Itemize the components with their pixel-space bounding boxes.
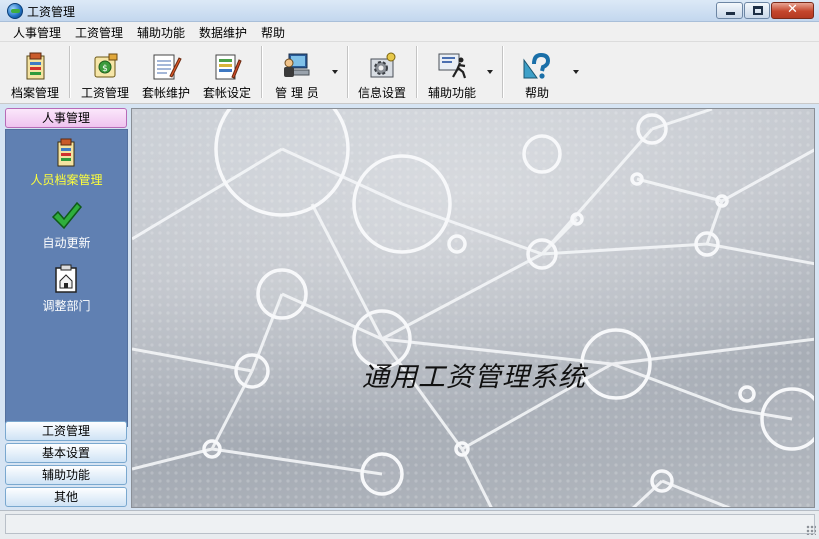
main-workspace: 通用工资管理系统 bbox=[131, 108, 815, 508]
resize-grip-icon[interactable] bbox=[806, 525, 816, 535]
checkmark-icon bbox=[51, 201, 82, 230]
globe-app-icon bbox=[7, 3, 23, 19]
ledger-edit-icon bbox=[153, 54, 182, 80]
menu-bar: 人事管理 工资管理 辅助功能 数据维护 帮助 bbox=[0, 22, 819, 42]
runner-icon bbox=[438, 53, 467, 79]
menu-data-maintenance[interactable]: 数据维护 bbox=[199, 24, 247, 41]
ledger-maintenance-label: 套帐维护 bbox=[141, 86, 190, 100]
archive-management-label: 档案管理 bbox=[10, 86, 59, 100]
help-button[interactable]: 帮助 bbox=[508, 44, 566, 102]
archive-management-button[interactable]: 档案管理 bbox=[6, 44, 64, 102]
help-question-icon bbox=[523, 52, 551, 79]
toolbar-separator bbox=[416, 46, 418, 98]
info-settings-button[interactable]: 信息设置 bbox=[353, 44, 411, 102]
help-label: 帮助 bbox=[524, 86, 549, 100]
file-cabinet-icon bbox=[26, 52, 45, 80]
category-salary[interactable]: 工资管理 bbox=[5, 421, 127, 441]
sidebar-outlook-bar: 人事管理 人员档案管理 自动更新 调整部门 工资管理 基本设置 辅助功能 其他 bbox=[5, 108, 128, 508]
personnel-file-icon bbox=[57, 138, 75, 167]
department-icon bbox=[55, 264, 77, 293]
title-bar[interactable]: 工资管理 ✕ bbox=[0, 0, 819, 22]
category-basic-settings[interactable]: 基本设置 bbox=[5, 443, 127, 463]
status-panel bbox=[5, 514, 815, 534]
salary-management-button[interactable]: $ 工资管理 bbox=[76, 44, 134, 102]
category-auxiliary[interactable]: 辅助功能 bbox=[5, 465, 127, 485]
menu-salary[interactable]: 工资管理 bbox=[75, 24, 123, 41]
close-button[interactable]: ✕ bbox=[771, 2, 814, 19]
network-background-graphic bbox=[132, 109, 814, 507]
toolbar-separator bbox=[502, 46, 504, 98]
admin-computer-icon bbox=[284, 53, 310, 77]
svg-text:$: $ bbox=[102, 64, 108, 74]
auxiliary-functions-label: 辅助功能 bbox=[427, 86, 476, 100]
help-dropdown-icon[interactable] bbox=[573, 70, 579, 74]
salary-management-label: 工资管理 bbox=[80, 86, 129, 100]
minimize-icon bbox=[726, 12, 735, 15]
sidebar-item-auto-update[interactable]: 自动更新 bbox=[6, 200, 127, 258]
administrator-button[interactable]: 管 理 员 bbox=[266, 44, 328, 102]
info-settings-label: 信息设置 bbox=[357, 86, 406, 100]
toolbar-separator bbox=[347, 46, 349, 98]
administrator-label: 管 理 员 bbox=[275, 86, 319, 100]
category-personnel[interactable]: 人事管理 bbox=[5, 108, 127, 128]
sidebar-item-label: 调整部门 bbox=[42, 299, 91, 313]
maximize-icon bbox=[753, 6, 763, 15]
ledger-settings-button[interactable]: 套帐设定 bbox=[198, 44, 256, 102]
system-title: 通用工资管理系统 bbox=[362, 362, 586, 393]
auxiliary-dropdown-icon[interactable] bbox=[487, 70, 493, 74]
maximize-button[interactable] bbox=[744, 2, 770, 19]
toolbar: 档案管理 $ 工资管理 套帐维护 套帐设定 管 理 员 信息设置 辅助功能 帮助 bbox=[0, 42, 819, 104]
administrator-dropdown-icon[interactable] bbox=[332, 70, 338, 74]
sidebar-item-adjust-department[interactable]: 调整部门 bbox=[6, 263, 127, 321]
sidebar-item-label: 人员档案管理 bbox=[30, 173, 103, 187]
ledger-settings-label: 套帐设定 bbox=[202, 86, 251, 100]
category-panel: 人员档案管理 自动更新 调整部门 bbox=[5, 129, 128, 427]
status-bar bbox=[0, 510, 819, 539]
minimize-button[interactable] bbox=[716, 2, 743, 19]
menu-auxiliary[interactable]: 辅助功能 bbox=[137, 24, 185, 41]
menu-personnel[interactable]: 人事管理 bbox=[13, 24, 61, 41]
gear-settings-icon bbox=[370, 52, 396, 78]
cash-icon: $ bbox=[94, 53, 118, 78]
window-title: 工资管理 bbox=[27, 5, 76, 19]
auxiliary-functions-button[interactable]: 辅助功能 bbox=[423, 44, 481, 102]
category-other[interactable]: 其他 bbox=[5, 487, 127, 507]
ledger-setting-icon bbox=[215, 54, 242, 80]
ledger-maintenance-button[interactable]: 套帐维护 bbox=[137, 44, 195, 102]
sidebar-item-personnel-files[interactable]: 人员档案管理 bbox=[6, 137, 127, 195]
toolbar-separator bbox=[69, 46, 71, 98]
sidebar-item-label: 自动更新 bbox=[42, 236, 91, 250]
menu-help[interactable]: 帮助 bbox=[261, 24, 285, 41]
close-icon: ✕ bbox=[787, 2, 798, 17]
toolbar-separator bbox=[261, 46, 263, 98]
